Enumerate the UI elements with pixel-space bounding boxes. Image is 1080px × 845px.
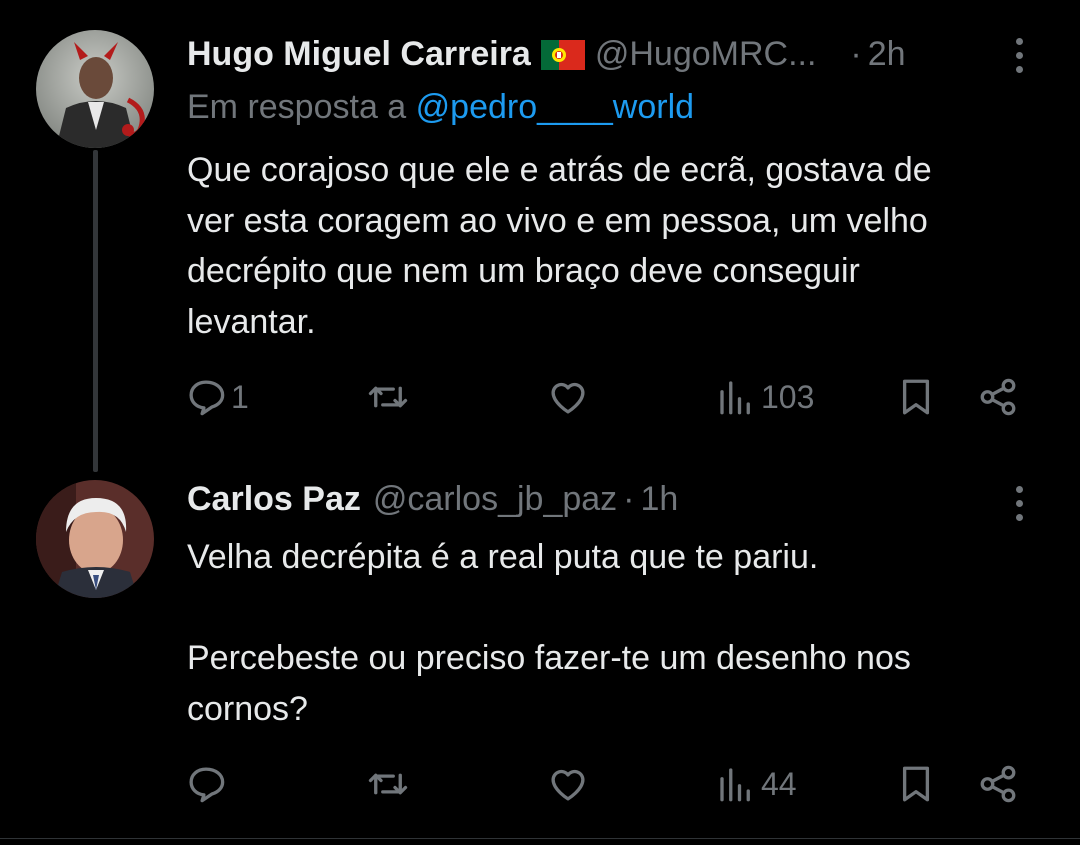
retweet-button[interactable] (367, 373, 409, 421)
text-line: ver esta coragem ao vivo e em pessoa, um… (187, 201, 928, 240)
views-count: 103 (761, 378, 815, 415)
tweet2-actions: 44 (185, 760, 1035, 808)
views-icon (720, 381, 750, 415)
avatar-carlos[interactable] (36, 480, 154, 598)
reply-prefix: Em resposta a (187, 88, 407, 126)
tweet1-text: Que corajoso que ele e atrás de ecrã, go… (187, 145, 1057, 347)
avatar-hugo[interactable] (36, 30, 154, 148)
reply-icon (189, 380, 225, 416)
reply-icon (189, 767, 225, 803)
views-button[interactable]: 44 (715, 760, 797, 808)
author-handle[interactable]: @HugoMRC... (595, 35, 817, 74)
tweet2-text: Velha decrépita é a real puta que te par… (187, 532, 1057, 734)
reply-button[interactable] (185, 760, 227, 808)
paragraph-spacer (187, 583, 1057, 634)
author-name[interactable]: Carlos Paz (187, 480, 361, 519)
heart-icon (551, 382, 585, 414)
author-name[interactable]: Hugo Miguel Carreira (187, 35, 531, 74)
more-vertical-icon[interactable] (1016, 38, 1028, 73)
views-count: 44 (761, 765, 797, 802)
tweet2-header: Carlos Paz @carlos_jb_paz · 1h (187, 480, 678, 519)
views-button[interactable]: 103 (715, 373, 814, 421)
text-paragraph: Velha decrépita é a real puta que te par… (187, 538, 819, 576)
share-icon (980, 378, 1016, 416)
retweet-icon (368, 386, 408, 408)
more-vertical-icon[interactable] (1016, 486, 1028, 521)
retweet-button[interactable] (367, 760, 409, 808)
thread-connector-line (93, 150, 98, 472)
text-line: decrépito que nem um braço deve consegui… (187, 252, 860, 290)
tweet-time[interactable]: 1h (641, 480, 679, 519)
bookmark-icon (902, 379, 930, 415)
separator-dot: · (623, 480, 635, 518)
text-line: cornos? (187, 689, 308, 728)
reply-button[interactable]: 1 (185, 373, 249, 421)
portugal-flag-icon (540, 39, 585, 70)
reply-handle-link[interactable]: @pedro____world (416, 88, 694, 126)
share-button[interactable] (977, 373, 1019, 421)
tweet1-actions: 1 103 (185, 373, 1035, 421)
like-button[interactable] (547, 760, 589, 808)
reply-context: Em resposta a @pedro____world (187, 88, 694, 127)
separator-dot: · (850, 35, 862, 73)
share-icon (980, 765, 1016, 803)
text-line: levantar. (187, 302, 316, 341)
retweet-icon (368, 773, 408, 795)
author-handle[interactable]: @carlos_jb_paz (373, 480, 617, 519)
bookmark-icon (902, 766, 930, 802)
tweet-time[interactable]: 2h (868, 35, 906, 74)
tweet1-header: Hugo Miguel Carreira @HugoMRC... · 2h (187, 35, 906, 74)
views-icon (720, 768, 750, 802)
share-button[interactable] (977, 760, 1019, 808)
text-line: Percebeste ou preciso fazer-te um desenh… (187, 639, 911, 677)
reply-count: 1 (231, 378, 249, 415)
bookmark-button[interactable] (895, 760, 937, 808)
heart-icon (551, 769, 585, 801)
bookmark-button[interactable] (895, 373, 937, 421)
bottom-divider (0, 838, 1080, 839)
like-button[interactable] (547, 373, 589, 421)
text-line: Que corajoso que ele e atrás de ecrã, go… (187, 151, 932, 189)
